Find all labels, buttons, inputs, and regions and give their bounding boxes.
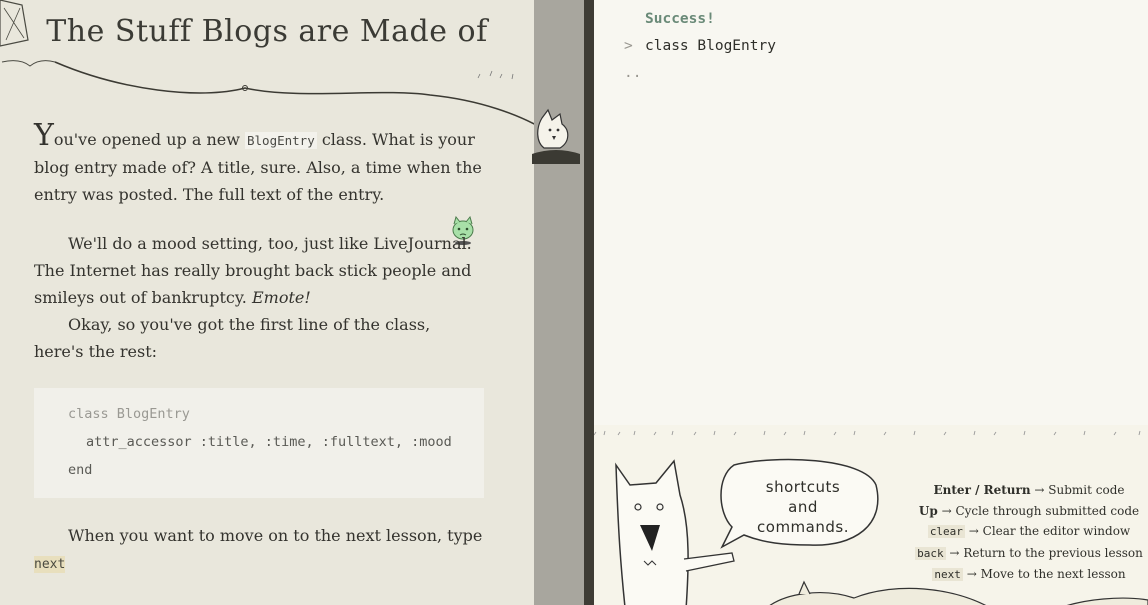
- pane-divider[interactable]: [532, 0, 584, 605]
- lesson-title: The Stuff Blogs are Made of: [46, 14, 488, 49]
- prompt-marker: >: [624, 38, 633, 54]
- success-message: Success!: [645, 11, 715, 27]
- next-lesson-text: When you want to move on to the next les…: [68, 526, 483, 545]
- pane-divider-edge: [584, 0, 594, 605]
- next-shortcut-command[interactable]: next: [932, 568, 963, 581]
- lesson-pane: The Stuff Blogs are Made of You've opene…: [0, 0, 534, 605]
- shortcut-up: Up → Cycle through submitted code: [918, 503, 1140, 518]
- grass-line-illustration: [594, 430, 1141, 436]
- code-line-end: end: [68, 462, 93, 478]
- bubble-line-and: and: [788, 498, 818, 516]
- clear-command[interactable]: clear: [927, 525, 965, 538]
- shortcut-enter: Enter / Return → Submit code: [933, 483, 1125, 497]
- speech-bubble-text: shortcuts and commands.: [728, 477, 878, 537]
- lesson-paragraph-intro: You've opened up a new BlogEntry class. …: [34, 121, 484, 208]
- continuation-marker: ..: [624, 65, 642, 81]
- console-output[interactable]: Success! > class BlogEntry ..: [594, 0, 1148, 425]
- bubble-line-shortcuts: shortcuts: [765, 478, 841, 496]
- emote-emphasis: Emote!: [251, 288, 311, 307]
- code-line-class: class BlogEntry: [68, 406, 190, 422]
- fox-peeking-illustration: [532, 108, 580, 164]
- console-pane[interactable]: Success! > class BlogEntry .. shortcuts …: [594, 0, 1148, 605]
- code-block: class BlogEntry attr_accessor :title, :t…: [34, 388, 484, 498]
- bubble-line-commands: commands.: [757, 518, 849, 536]
- back-command[interactable]: back: [915, 546, 946, 560]
- shortcuts-list: Enter / Return → Submit code Up → Cycle …: [914, 480, 1144, 586]
- inline-code-blogentry: BlogEntry: [245, 132, 317, 149]
- shortcut-back: back → Return to the previous lesson: [915, 545, 1143, 560]
- lesson-paragraph-mood: We'll do a mood setting, too, just like …: [34, 230, 484, 365]
- drop-cap: Y: [34, 118, 54, 153]
- shortcut-clear: clear → Clear the editor window: [927, 524, 1131, 538]
- intro-text-start: ou've opened up a new: [53, 130, 245, 149]
- code-line-attr-accessor: attr_accessor :title, :time, :fulltext, …: [86, 434, 452, 450]
- next-command[interactable]: next: [34, 556, 66, 573]
- shortcuts-panel: shortcuts and commands. Enter / Return →…: [594, 425, 1148, 605]
- rest-of-class-text: Okay, so you've got the first line of th…: [34, 315, 431, 361]
- prompt-input-line[interactable]: class BlogEntry: [645, 38, 776, 54]
- lesson-paragraph-next: When you want to move on to the next les…: [34, 522, 484, 578]
- shortcut-next: next → Move to the next lesson: [932, 567, 1126, 581]
